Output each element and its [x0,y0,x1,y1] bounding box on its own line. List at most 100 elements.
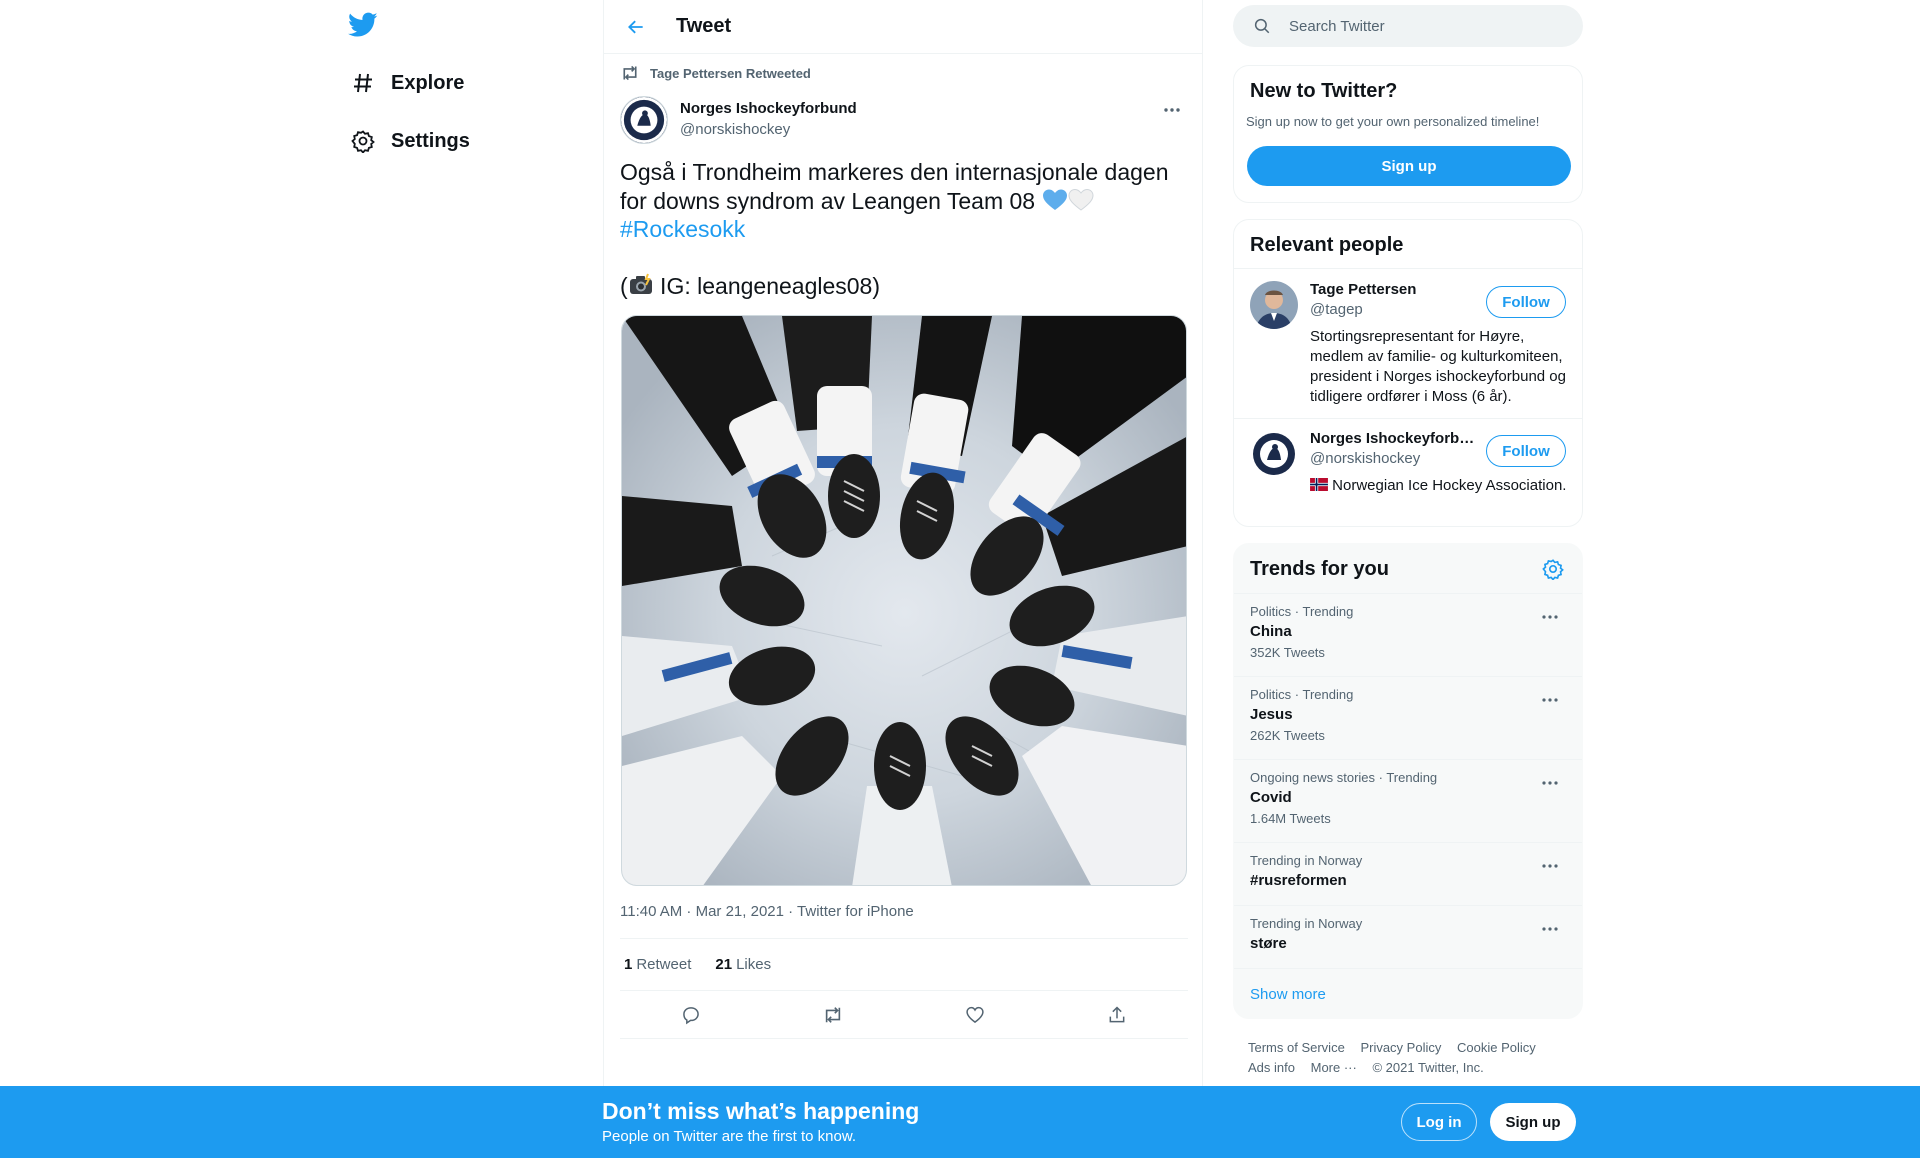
likes-stat[interactable]: 21 Likes [715,956,771,973]
trend-item[interactable]: Trending in Norway støre [1234,905,1582,968]
retweeted-by-text[interactable]: Tage Pettersen Retweeted [650,66,811,81]
reply-icon [683,1006,699,1024]
search-input[interactable] [1289,17,1549,35]
nav-explore[interactable]: Explore [343,63,464,103]
new-to-twitter-title: New to Twitter? [1250,80,1398,102]
white-heart-icon [1067,188,1094,211]
tweet-more-button[interactable] [1158,100,1186,120]
twitter-logo-icon[interactable] [348,12,380,40]
footer-link[interactable]: Terms of Service [1248,1040,1345,1055]
search-bar[interactable] [1233,5,1583,47]
more-horizontal-icon [1542,781,1558,785]
tweet-photo[interactable] [621,315,1187,886]
footer-more-link[interactable]: More ··· [1311,1060,1357,1075]
person-name[interactable]: Tage Pettersen [1310,281,1480,298]
gear-icon [1542,559,1564,581]
author-handle[interactable]: @norskishockey [680,121,857,138]
share-button[interactable] [1099,997,1135,1033]
trend-more-button[interactable] [1538,857,1562,875]
more-horizontal-icon [1542,698,1558,702]
tweet-header: Tweet [604,0,1202,54]
retweet-small-icon [623,65,637,81]
footer-link[interactable]: Ads info [1248,1060,1295,1075]
retweets-count: 1 [624,956,633,973]
retweeted-by: Tage Pettersen Retweeted [620,64,811,82]
heart-icon [966,1006,984,1023]
page-title: Tweet [676,15,732,37]
more-horizontal-icon [1542,615,1558,619]
person-name[interactable]: Norges Ishockeyforbund [1310,430,1475,447]
banner-title: Don’t miss what’s happening [602,1098,920,1124]
trend-name: #rusreformen [1250,872,1347,889]
log-in-button[interactable]: Log in [1401,1103,1477,1141]
trend-name: China [1250,623,1292,640]
arrow-left-icon [628,20,643,33]
show-more-link[interactable]: Show more [1250,986,1326,1003]
person-avatar[interactable] [1250,281,1298,329]
trend-name: Covid [1250,789,1292,806]
new-to-twitter-subtitle: Sign up now to get your own personalized… [1246,114,1540,129]
footer-links: Terms of Service Privacy Policy Cookie P… [1248,1038,1578,1078]
trend-count: 262K Tweets [1250,728,1325,743]
retweet-button[interactable] [815,997,851,1033]
relevant-people-header: Relevant people [1234,220,1582,269]
relevant-people-title: Relevant people [1250,234,1404,256]
trend-more-button[interactable] [1538,608,1562,626]
trend-context: Politics · Trending [1250,687,1354,702]
author-name[interactable]: Norges Ishockeyforbund [680,100,857,117]
tweet-timestamp[interactable]: 11:40 AM · Mar 21, 2021 · Twitter for iP… [620,903,914,920]
more-horizontal-icon [1542,927,1558,931]
trends-settings-button[interactable] [1542,558,1566,582]
footer-link[interactable]: Cookie Policy [1457,1040,1536,1055]
norway-flag-icon [1310,478,1328,491]
blue-heart-icon [1042,189,1067,210]
trend-item[interactable]: Politics · Trending Jesus 262K Tweets [1234,676,1582,759]
hashtag-icon [343,71,387,95]
like-button[interactable] [957,997,993,1033]
person-handle[interactable]: @norskishockey [1310,450,1420,467]
follow-button[interactable]: Follow [1486,286,1566,318]
person-bio: Norwegian Ice Hockey Association. [1310,476,1572,496]
person-bio-text: Norwegian Ice Hockey Association. [1332,477,1567,494]
main-column: Tweet Tage Pettersen Retweeted Norges Is… [603,0,1203,1158]
gear-icon [343,129,387,153]
trend-item[interactable]: Trending in Norway #rusreformen [1234,842,1582,905]
camera-flash-icon [629,273,652,294]
trend-more-button[interactable] [1538,774,1562,792]
tweet-actions [620,991,1188,1039]
back-button[interactable] [618,9,654,45]
tweet-text-ig: IG: leangeneagles08) [653,273,880,299]
sign-up-button[interactable]: Sign up [1247,146,1571,186]
trend-name: støre [1250,935,1287,952]
search-icon [1253,17,1273,35]
reply-button[interactable] [673,997,709,1033]
trend-count: 352K Tweets [1250,645,1325,660]
banner-sign-up-button[interactable]: Sign up [1490,1103,1576,1141]
tweet-author: Norges Ishockeyforbund @norskishockey [620,96,857,144]
person-handle[interactable]: @tagep [1310,301,1363,318]
divider [1234,418,1582,419]
more-horizontal-icon [1164,108,1180,112]
relevant-people-card: Relevant people Tage Pettersen @tagep St… [1233,219,1583,527]
footer-link[interactable]: Privacy Policy [1360,1040,1441,1055]
share-icon [1109,1005,1125,1022]
hashtag-link[interactable]: #Rockesokk [620,216,745,242]
follow-button[interactable]: Follow [1486,435,1566,467]
trend-context: Trending in Norway [1250,853,1363,868]
trend-more-button[interactable] [1538,920,1562,938]
trend-item[interactable]: Politics · Trending China 352K Tweets [1234,593,1582,676]
person-bio: Stortingsrepresentant for Høyre, medlem … [1310,328,1566,405]
hockey-skates-circle-photo [622,316,1186,885]
author-avatar[interactable] [620,96,668,144]
trend-more-button[interactable] [1538,691,1562,709]
retweets-stat[interactable]: 1 Retweet [624,956,691,973]
copyright: © 2021 Twitter, Inc. [1372,1060,1484,1075]
likes-label: Likes [736,956,772,973]
trend-item[interactable]: Ongoing news stories · Trending Covid 1.… [1234,759,1582,842]
signup-banner: Don’t miss what’s happening People on Tw… [0,1086,1920,1158]
person-avatar[interactable] [1250,430,1298,478]
retweets-label: Retweet [636,956,692,973]
nav-settings[interactable]: Settings [343,121,470,161]
new-to-twitter-card: New to Twitter? Sign up now to get your … [1233,65,1583,203]
trend-name: Jesus [1250,706,1293,723]
